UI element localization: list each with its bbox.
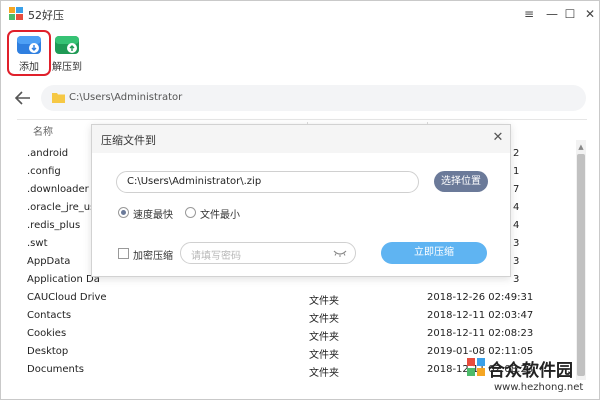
toolbar: 添加 解压到 [1,27,599,77]
title-bar: 52好压 ≡ — ☐ ✕ [1,1,599,27]
file-name: CAUCloud Drive [27,292,107,303]
table-row[interactable]: Contacts 文件夹 2018-12-11 02:03:47 [17,308,569,326]
file-date-fragment: 2 [513,148,520,159]
radio-selected-icon [118,207,129,218]
extract-to-label: 解压到 [52,62,82,73]
file-date-fragment: 3 [513,256,520,267]
app-logo-icon [9,7,23,20]
address-path: C:\Users\Administrator [69,92,183,103]
table-row[interactable]: Cookies 文件夹 2018-12-11 02:08:23 [17,326,569,344]
password-placeholder: 请填写密码 [191,251,241,262]
eye-closed-icon[interactable] [333,249,347,258]
close-icon[interactable]: ✕ [581,5,599,23]
table-row[interactable]: Desktop 文件夹 2019-01-08 02:11:05 [17,344,569,362]
compress-dialog: 压缩文件到 ✕ C:\Users\Administrator\.zip 选择位置… [91,124,511,277]
file-type: 文件夹 [309,314,339,325]
minimize-icon[interactable]: — [543,5,561,23]
maximize-icon[interactable]: ☐ [561,5,579,23]
add-button-highlight [7,30,51,76]
menu-icon[interactable]: ≡ [520,5,538,23]
output-path-value: C:\Users\Administrator\.zip [127,176,262,187]
file-date-fragment: 3 [513,274,520,285]
file-name: Cookies [27,328,67,339]
compress-now-button[interactable]: 立即压缩 [381,242,487,264]
table-row[interactable]: Documents 文件夹 2018-12-11 02:08:23 [17,362,569,380]
dialog-header: 压缩文件到 ✕ [92,125,510,153]
file-date: 2018-12-11 02:03:47 [427,310,534,321]
extract-to-button[interactable]: 解压到 [48,31,86,73]
file-date-fragment: 4 [513,220,520,231]
window-title: 52好压 [28,9,64,22]
output-path-input[interactable]: C:\Users\Administrator\.zip [116,171,419,193]
dialog-close-icon[interactable]: ✕ [490,130,506,145]
watermark-logo-icon [467,358,485,376]
dialog-title: 压缩文件到 [101,134,156,147]
file-date: 2018-12-11 02:08:23 [427,328,534,339]
encrypt-label: 加密压缩 [133,251,173,262]
scroll-up-arrow-icon[interactable]: ▲ [576,142,586,152]
encrypt-checkbox[interactable] [118,248,129,259]
file-name: Desktop [27,346,69,357]
extract-archive-icon [55,36,79,54]
file-name: Contacts [27,310,72,321]
radio-fastest-label: 速度最快 [133,210,173,221]
file-type: 文件夹 [309,296,339,307]
password-input[interactable]: 请填写密码 [180,242,356,264]
scrollbar-thumb[interactable] [577,154,585,376]
address-bar[interactable]: C:\Users\Administrator [41,85,586,111]
table-row[interactable]: CAUCloud Drive 文件夹 2018-12-26 02:49:31 [17,290,569,308]
file-date: 2018-12-26 02:49:31 [427,292,534,303]
address-row: C:\Users\Administrator [1,81,599,115]
file-type: 文件夹 [309,368,339,379]
watermark-text: 合众软件园 [488,361,573,381]
file-date-fragment: 7 [513,184,520,195]
radio-unselected-icon [185,207,196,218]
file-date-fragment: 3 [513,238,520,249]
back-arrow-icon[interactable] [13,89,33,107]
choose-location-button[interactable]: 选择位置 [434,171,488,192]
column-header-name[interactable]: 名称 [33,123,53,138]
folder-icon [52,93,65,103]
file-date-fragment: 1 [513,166,520,177]
watermark-url: www.hezhong.net [494,382,584,393]
radio-smallest-label: 文件最小 [200,210,240,221]
app-window: 52好压 ≡ — ☐ ✕ 添加 解压到 C:\Users\Administrat… [0,0,600,400]
file-type: 文件夹 [309,332,339,343]
file-name: Documents [27,364,85,375]
file-type: 文件夹 [309,350,339,361]
file-date-fragment: 4 [513,202,520,213]
